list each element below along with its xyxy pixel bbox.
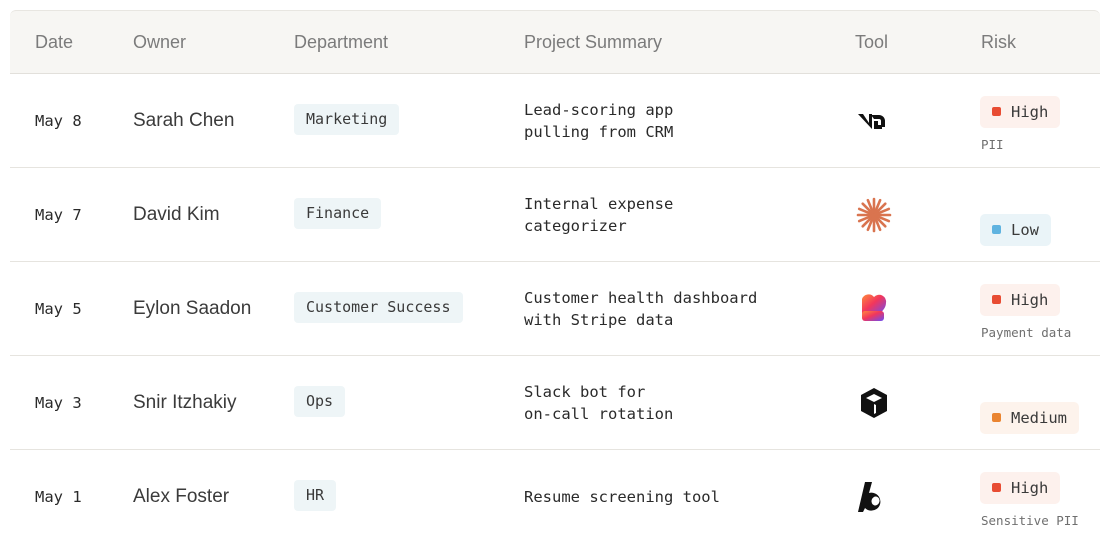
department-chip: Finance [294,198,382,229]
summary-cell: Resume screening tool [524,486,720,508]
risk-note: Payment data [981,325,1072,340]
department-chip: Ops [294,386,346,417]
summary-line: on-call rotation [524,405,674,423]
risk-low-indicator-icon [992,225,1001,234]
summary-line: with Stripe data [524,311,674,329]
summary-cell: Internal expense categorizer [524,193,673,237]
summary-line: categorizer [524,217,627,235]
department-chip: HR [294,480,337,511]
risk-note: PII [981,137,1004,152]
table-row[interactable]: May 1 Alex Foster HR Resume screening to… [10,450,1100,544]
owner-cell: Alex Foster [133,486,230,507]
risk-label: High [1011,291,1049,309]
column-header-department[interactable]: Department [294,32,388,53]
date-cell: May 8 [35,112,82,130]
risk-high-indicator-icon [992,483,1001,492]
risk-badge: Low [980,214,1051,246]
date-cell: May 3 [35,394,82,412]
cube-logo-icon [856,385,892,421]
risk-high-indicator-icon [992,107,1001,116]
table-row[interactable]: May 5 Eylon Saadon Customer Success Cust… [10,262,1100,356]
column-header-owner[interactable]: Owner [133,32,186,53]
risk-label: High [1011,103,1049,121]
date-cell: May 5 [35,300,82,318]
summary-line: Resume screening tool [524,488,720,506]
risk-badge: High [980,284,1061,316]
summary-line: Slack bot for [524,383,646,401]
table-row[interactable]: May 7 David Kim Finance Internal expense… [10,168,1100,262]
table-header: Date Owner Department Project Summary To… [10,10,1100,74]
projects-table: Date Owner Department Project Summary To… [10,10,1100,542]
date-cell: May 7 [35,206,82,224]
risk-label: High [1011,479,1049,497]
column-header-summary[interactable]: Project Summary [524,32,662,53]
lovable-heart-icon [856,291,892,327]
summary-line: Internal expense [524,195,674,213]
table-row[interactable]: May 3 Snir Itzhakiy Ops Slack bot for on… [10,356,1100,450]
owner-cell: David Kim [133,204,220,225]
claude-starburst-icon [856,197,892,233]
date-cell: May 1 [35,488,82,506]
bolt-b-logo-icon [856,479,892,515]
summary-line: Customer health dashboard [524,289,758,307]
summary-cell: Customer health dashboard with Stripe da… [524,287,757,331]
risk-badge: High [980,472,1061,504]
v0-logo-icon [856,102,892,138]
column-header-risk[interactable]: Risk [981,32,1016,53]
summary-cell: Slack bot for on-call rotation [524,381,673,425]
risk-medium-indicator-icon [992,413,1001,422]
risk-label: Low [1011,221,1039,239]
risk-label: Medium [1011,409,1067,427]
owner-cell: Snir Itzhakiy [133,392,237,413]
owner-cell: Sarah Chen [133,110,235,131]
risk-badge: Medium [980,402,1079,434]
summary-cell: Lead-scoring app pulling from CRM [524,99,673,143]
column-header-tool[interactable]: Tool [855,32,888,53]
risk-note: Sensitive PII [981,513,1079,528]
owner-cell: Eylon Saadon [133,298,252,319]
table-row[interactable]: May 8 Sarah Chen Marketing Lead-scoring … [10,74,1100,168]
risk-high-indicator-icon [992,295,1001,304]
summary-line: pulling from CRM [524,123,674,141]
department-chip: Customer Success [294,292,463,323]
department-chip: Marketing [294,104,400,135]
risk-badge: High [980,96,1061,128]
column-header-date[interactable]: Date [35,32,73,53]
summary-line: Lead-scoring app [524,101,674,119]
